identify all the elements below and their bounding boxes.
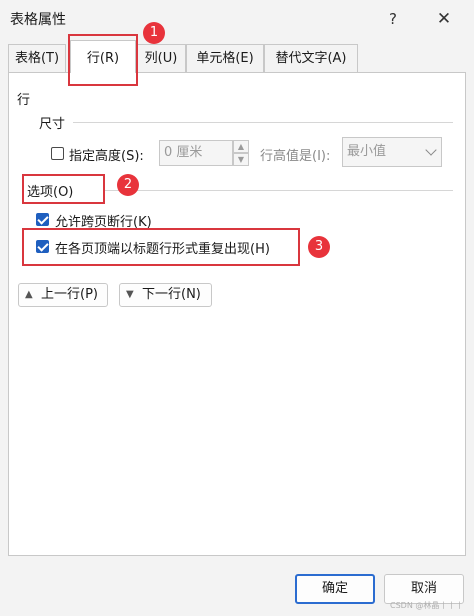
height-increase-button[interactable]: ▲ bbox=[233, 140, 249, 153]
row-height-is-label: 行高值是(I): bbox=[260, 149, 331, 164]
specify-height-checkbox[interactable] bbox=[51, 147, 64, 160]
row-tab-panel: 行 尺寸 指定高度(S): 0 厘米 ▲ ▼ 行高值是(I): 最小值 选项(O… bbox=[8, 72, 466, 556]
specify-height-label: 指定高度(S): bbox=[69, 149, 144, 164]
help-button[interactable]: ? bbox=[381, 8, 405, 30]
row-height-dropdown-value: 最小值 bbox=[347, 144, 387, 159]
previous-row-label: 上一行(P) bbox=[41, 287, 98, 302]
options-divider bbox=[105, 190, 453, 191]
previous-row-button[interactable]: ▲ 上一行(P) bbox=[18, 283, 108, 307]
triangle-down-icon: ▼ bbox=[126, 289, 134, 300]
tab-row[interactable]: 行(R) bbox=[70, 40, 136, 73]
annotation-badge-3: 3 bbox=[308, 236, 330, 258]
annotation-badge-1: 1 bbox=[143, 22, 165, 44]
watermark-text: CSDN @林晶丨丨丨 bbox=[390, 601, 464, 610]
annotation-box-options bbox=[22, 174, 105, 204]
ok-button[interactable]: 确定 bbox=[295, 574, 375, 604]
window-title: 表格属性 bbox=[10, 12, 66, 28]
tab-cell[interactable]: 单元格(E) bbox=[186, 44, 264, 72]
height-decrease-button[interactable]: ▼ bbox=[233, 153, 249, 166]
title-bar: 表格属性 ? ✕ bbox=[0, 0, 474, 38]
triangle-up-icon: ▲ bbox=[25, 289, 33, 300]
tab-table[interactable]: 表格(T) bbox=[8, 44, 66, 72]
allow-break-checkbox[interactable] bbox=[36, 213, 49, 226]
tab-alt-text[interactable]: 替代文字(A) bbox=[264, 44, 358, 72]
size-section-label: 尺寸 bbox=[39, 117, 66, 132]
annotation-box-repeat-header bbox=[22, 228, 300, 266]
next-row-label: 下一行(N) bbox=[142, 287, 201, 302]
row-height-dropdown[interactable]: 最小值 bbox=[342, 137, 442, 167]
next-row-button[interactable]: ▼ 下一行(N) bbox=[119, 283, 212, 307]
annotation-badge-2: 2 bbox=[117, 174, 139, 196]
close-button[interactable]: ✕ bbox=[432, 8, 456, 30]
chevron-down-icon bbox=[425, 144, 437, 156]
size-divider bbox=[73, 122, 453, 123]
row-section-label: 行 bbox=[17, 93, 31, 108]
height-input[interactable]: 0 厘米 bbox=[159, 140, 233, 166]
tab-column[interactable]: 列(U) bbox=[136, 44, 186, 72]
